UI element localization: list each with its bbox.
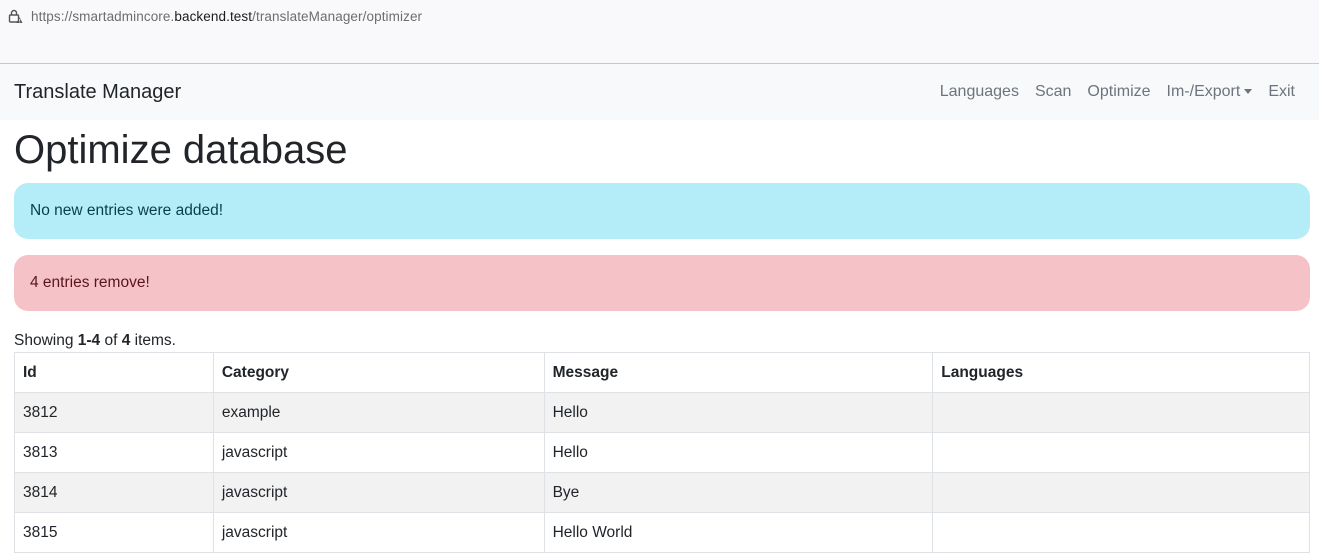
cell-id: 3814 [14, 472, 214, 513]
navbar: Translate Manager Languages Scan Optimiz… [0, 64, 1319, 120]
summary-prefix: Showing [14, 332, 78, 349]
entries-table: Id Category Message Languages 3812 examp… [14, 352, 1310, 553]
cell-message: Hello World [543, 512, 934, 553]
main-content: Optimize database No new entries were ad… [0, 126, 1319, 553]
table-row: 3814 javascript Bye [14, 472, 1310, 513]
alert-info-text: No new entries were added! [30, 202, 224, 219]
cell-languages [932, 472, 1310, 513]
cell-languages [932, 432, 1310, 473]
nav-link-exit[interactable]: Exit [1260, 83, 1305, 101]
table-row: 3812 example Hello [14, 392, 1310, 433]
url-host: backend.test [174, 8, 253, 24]
cell-category: javascript [212, 432, 545, 473]
cell-category: example [212, 392, 545, 433]
nav-links: Languages Scan Optimize Im-/Export Exit [932, 83, 1305, 101]
browser-address-bar[interactable]: https://smartadmincore.backend.test/tran… [0, 0, 1319, 32]
cell-id: 3813 [14, 432, 214, 473]
column-header-message[interactable]: Message [543, 352, 934, 393]
caret-down-icon [1244, 88, 1253, 94]
cell-message: Hello [543, 432, 934, 473]
cell-category: javascript [212, 512, 545, 553]
cell-id: 3812 [14, 392, 214, 433]
cell-id: 3815 [14, 512, 214, 553]
url-text[interactable]: https://smartadmincore.backend.test/tran… [31, 9, 422, 24]
summary-of: of [100, 332, 122, 349]
nav-link-optimize[interactable]: Optimize [1079, 83, 1158, 101]
nav-dropdown-import-export[interactable]: Im-/Export [1159, 83, 1261, 101]
column-header-category[interactable]: Category [212, 352, 545, 393]
cell-languages [932, 512, 1310, 553]
navbar-brand[interactable]: Translate Manager [14, 81, 181, 104]
url-path: /translateManager/optimizer [252, 8, 423, 24]
table-row: 3815 javascript Hello World [14, 512, 1310, 553]
column-header-id[interactable]: Id [14, 352, 214, 393]
grid-summary: Showing 1-4 of 4 items. [14, 331, 1310, 351]
url-prefix: https://smartadmincore. [31, 8, 175, 24]
nav-link-languages[interactable]: Languages [932, 83, 1027, 101]
page-title: Optimize database [14, 128, 348, 172]
nav-link-scan[interactable]: Scan [1027, 83, 1079, 101]
cell-languages [932, 392, 1310, 433]
summary-range: 1-4 [77, 332, 101, 349]
nav-dropdown-label: Im-/Export [1166, 83, 1241, 100]
column-header-languages[interactable]: Languages [932, 352, 1310, 393]
summary-suffix: items. [130, 332, 176, 349]
cell-message: Hello [543, 392, 934, 433]
cell-message: Bye [543, 472, 934, 513]
browser-toolbar-gap [0, 32, 1319, 64]
table-header-row: Id Category Message Languages [14, 352, 1310, 393]
alert-danger-text: 4 entries remove! [30, 274, 150, 291]
alert-danger: 4 entries remove! [14, 255, 1310, 311]
lock-warning-icon[interactable] [6, 7, 24, 25]
table-row: 3813 javascript Hello [14, 432, 1310, 473]
alert-info: No new entries were added! [14, 183, 1310, 239]
cell-category: javascript [212, 472, 545, 513]
